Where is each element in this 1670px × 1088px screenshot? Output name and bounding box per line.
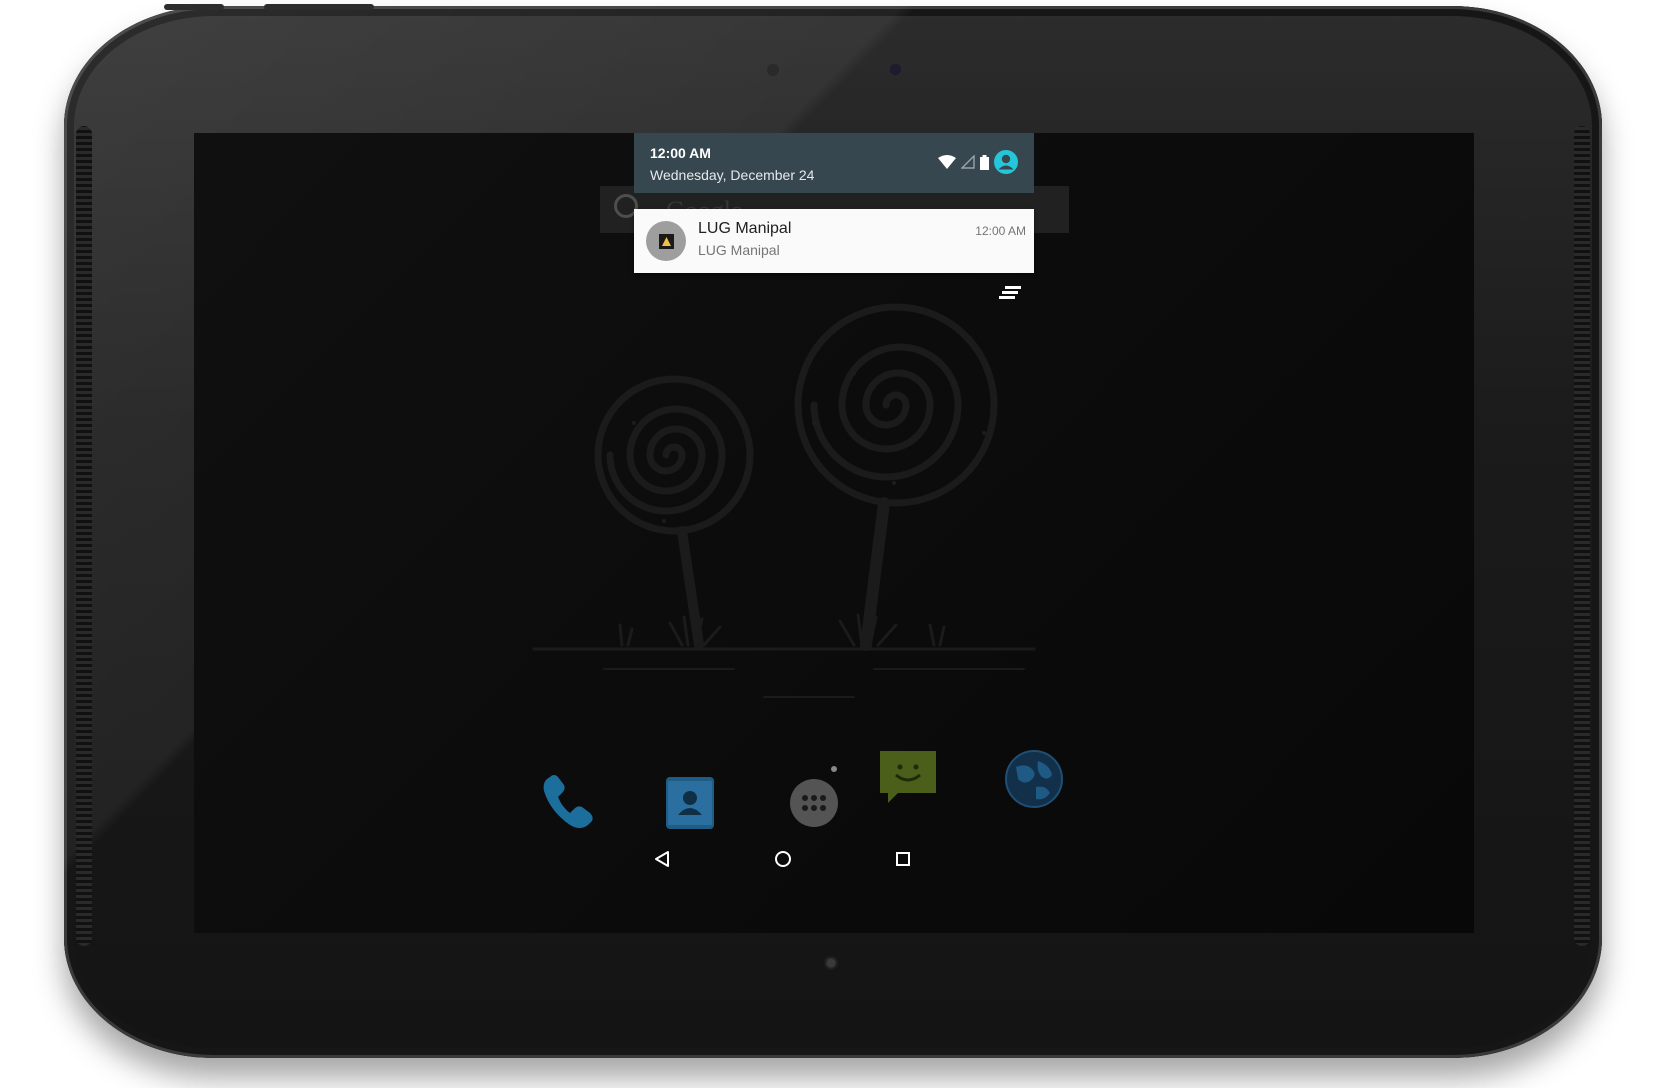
volume-button xyxy=(264,4,374,10)
notification-led xyxy=(827,959,835,967)
app-drawer-icon xyxy=(790,779,838,827)
status-icons xyxy=(938,150,1018,174)
back-icon xyxy=(655,851,669,867)
contacts-app-button[interactable] xyxy=(658,771,722,835)
messaging-app-button[interactable] xyxy=(876,745,940,809)
phone-icon xyxy=(543,775,593,828)
cell-signal-icon xyxy=(961,155,975,169)
browser-globe-icon xyxy=(1005,750,1063,808)
wifi-icon xyxy=(938,155,956,169)
user-avatar-icon[interactable] xyxy=(994,150,1018,174)
recents-icon xyxy=(896,852,910,866)
notification-card[interactable]: LUG Manipal LUG Manipal 12:00 AM xyxy=(634,209,1034,273)
left-speaker-grille xyxy=(76,126,92,946)
notification-time: 12:00 AM xyxy=(975,224,1026,238)
notification-text: LUG Manipal xyxy=(698,242,780,258)
device-screen: Google 12:00 AM Wednesday, December 24 xyxy=(194,133,1474,933)
notification-shade-header[interactable]: 12:00 AM Wednesday, December 24 xyxy=(634,133,1034,193)
right-speaker-grille xyxy=(1574,126,1590,946)
front-camera xyxy=(888,62,903,77)
back-button[interactable] xyxy=(642,839,682,879)
battery-icon xyxy=(980,154,989,170)
app-notification-icon xyxy=(646,221,686,261)
recents-button[interactable] xyxy=(883,839,923,879)
phone-app-button[interactable] xyxy=(536,771,600,835)
messaging-icon xyxy=(880,751,936,803)
contacts-icon xyxy=(666,777,714,829)
app-drawer-button[interactable] xyxy=(782,771,846,835)
power-button xyxy=(164,4,224,10)
home-icon xyxy=(775,851,791,867)
clear-all-icon[interactable] xyxy=(997,281,1027,303)
light-sensor xyxy=(767,64,779,76)
browser-app-button[interactable] xyxy=(1002,747,1066,811)
notification-title: LUG Manipal xyxy=(698,220,792,237)
home-button[interactable] xyxy=(763,839,803,879)
